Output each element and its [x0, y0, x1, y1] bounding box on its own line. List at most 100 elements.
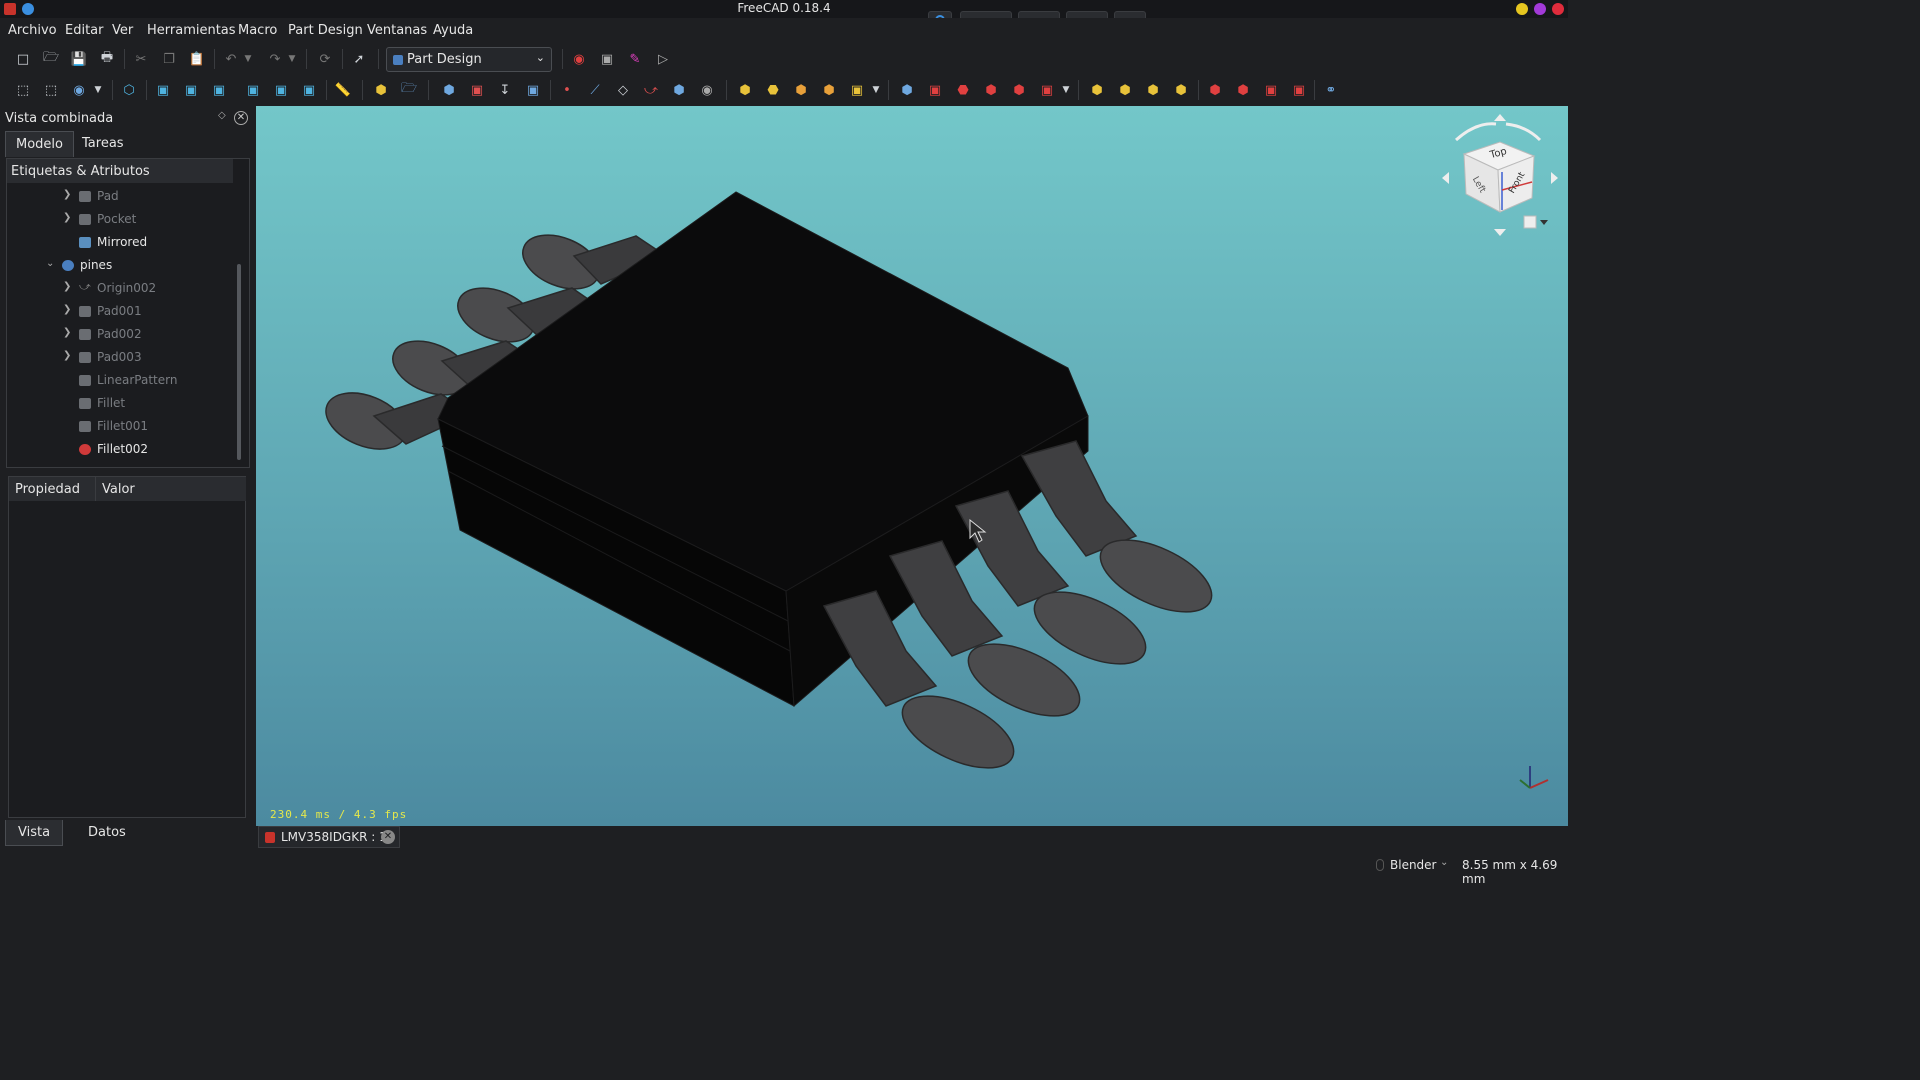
- chevron-down-icon[interactable]: ⌄: [1440, 857, 1448, 868]
- additive-pipe-icon[interactable]: ⬢: [818, 80, 840, 100]
- whats-this-icon[interactable]: ➚: [348, 49, 370, 69]
- datum-line-icon[interactable]: ⟋: [584, 80, 606, 100]
- tab-vista[interactable]: Vista: [5, 820, 64, 846]
- new-file-icon[interactable]: □: [12, 49, 34, 69]
- shape-binder-icon[interactable]: ▣: [522, 80, 544, 100]
- navigation-style-icon[interactable]: [1376, 859, 1384, 871]
- refresh-icon[interactable]: ⟳: [314, 49, 336, 69]
- draw-style-dropdown-icon[interactable]: ▼: [92, 80, 104, 100]
- validate-sketch-icon[interactable]: ↧: [494, 80, 516, 100]
- pad-tool-icon[interactable]: ⬢: [734, 80, 756, 100]
- menu-macro[interactable]: Macro: [238, 23, 277, 38]
- create-group-icon[interactable]: 🗁: [398, 80, 420, 100]
- subtractive-loft-icon[interactable]: ⬢: [980, 80, 1002, 100]
- sub-shape-binder-icon[interactable]: ⬢: [668, 80, 690, 100]
- redo-dropdown-icon[interactable]: ▼: [286, 49, 298, 69]
- menu-ver[interactable]: Ver: [112, 23, 133, 38]
- subtractive-primitive-dropdown-icon[interactable]: ▼: [1060, 80, 1072, 100]
- chevron-right-icon[interactable]: ❯: [63, 304, 71, 315]
- create-sketch-icon[interactable]: ▣: [466, 80, 488, 100]
- 3d-viewport[interactable]: Top Left Front 230.4 ms / 4.3 fps: [256, 106, 1568, 826]
- macro-run-icon[interactable]: ▷: [652, 49, 674, 69]
- menu-part-design[interactable]: Part Design: [288, 23, 363, 38]
- draw-style-icon[interactable]: ◉: [68, 80, 90, 100]
- subtractive-pipe-icon[interactable]: ⬢: [1008, 80, 1030, 100]
- chevron-right-icon[interactable]: ❯: [63, 327, 71, 338]
- chevron-right-icon[interactable]: ❯: [63, 212, 71, 223]
- copy-icon[interactable]: ❐: [158, 49, 180, 69]
- tab-modelo[interactable]: Modelo: [5, 131, 74, 157]
- chevron-right-icon[interactable]: ❯: [63, 350, 71, 361]
- view-front-icon[interactable]: ▣: [152, 80, 174, 100]
- document-tab[interactable]: LMV358IDGKR : 1 ✕: [258, 826, 400, 848]
- property-column-header[interactable]: Propiedad: [9, 477, 96, 501]
- mirrored-tool-icon[interactable]: ⬢: [1086, 80, 1108, 100]
- save-icon[interactable]: 💾: [68, 49, 90, 69]
- cut-icon[interactable]: ✂: [130, 49, 152, 69]
- local-cs-icon[interactable]: ⤻: [640, 80, 662, 100]
- view-isometric-icon[interactable]: ⬡: [118, 80, 140, 100]
- maximize-button[interactable]: [1534, 3, 1546, 15]
- close-button[interactable]: [1552, 3, 1564, 15]
- measure-icon[interactable]: 📏: [332, 80, 354, 100]
- linear-pattern-tool-icon[interactable]: ⬢: [1114, 80, 1136, 100]
- chevron-right-icon[interactable]: ❯: [63, 189, 71, 200]
- fillet-tool-icon[interactable]: ⬢: [1204, 80, 1226, 100]
- additive-primitive-icon[interactable]: ▣: [846, 80, 868, 100]
- draft-tool-icon[interactable]: ▣: [1260, 80, 1282, 100]
- minimize-button[interactable]: [1516, 3, 1528, 15]
- fit-selection-icon[interactable]: ⬚: [40, 80, 62, 100]
- datum-point-icon[interactable]: •: [556, 80, 578, 100]
- macro-stop-icon[interactable]: ▣: [596, 49, 618, 69]
- value-column-header[interactable]: Valor: [96, 477, 246, 501]
- create-part-icon[interactable]: ⬢: [370, 80, 392, 100]
- multi-transform-icon[interactable]: ⬢: [1170, 80, 1192, 100]
- hole-tool-icon[interactable]: ▣: [924, 80, 946, 100]
- tab-tareas[interactable]: Tareas: [72, 131, 134, 157]
- chip-model[interactable]: [256, 106, 1568, 826]
- close-panel-icon[interactable]: ✕: [234, 111, 248, 125]
- chamfer-tool-icon[interactable]: ⬢: [1232, 80, 1254, 100]
- menu-herramientas[interactable]: Herramientas: [147, 23, 236, 38]
- clone-icon[interactable]: ◉: [696, 80, 718, 100]
- float-panel-icon[interactable]: ◇: [218, 110, 226, 121]
- undo-dropdown-icon[interactable]: ▼: [242, 49, 254, 69]
- groove-tool-icon[interactable]: ⬣: [952, 80, 974, 100]
- tab-datos[interactable]: Datos: [76, 820, 138, 846]
- open-file-icon[interactable]: 🗁: [40, 49, 62, 69]
- chevron-down-icon[interactable]: ⌄: [46, 258, 54, 269]
- additive-loft-icon[interactable]: ⬢: [790, 80, 812, 100]
- create-body-icon[interactable]: ⬢: [438, 80, 460, 100]
- menu-editar[interactable]: Editar: [65, 23, 104, 38]
- view-rear-icon[interactable]: ▣: [242, 80, 264, 100]
- macro-edit-icon[interactable]: ✎: [624, 49, 646, 69]
- tree-scrollbar[interactable]: [237, 264, 241, 460]
- chevron-right-icon[interactable]: ❯: [63, 281, 71, 292]
- additive-primitive-dropdown-icon[interactable]: ▼: [870, 80, 882, 100]
- navigation-cube[interactable]: Top Left Front: [1436, 112, 1560, 236]
- paste-icon[interactable]: 📋: [186, 49, 208, 69]
- print-icon[interactable]: 🖶: [96, 49, 118, 69]
- menu-ventanas[interactable]: Ventanas: [367, 23, 427, 38]
- close-tab-icon[interactable]: ✕: [381, 830, 395, 844]
- thickness-tool-icon[interactable]: ▣: [1288, 80, 1310, 100]
- redo-icon[interactable]: ↷: [264, 49, 286, 69]
- subtractive-primitive-icon[interactable]: ▣: [1036, 80, 1058, 100]
- view-top-icon[interactable]: ▣: [180, 80, 202, 100]
- pocket-tool-icon[interactable]: ⬢: [896, 80, 918, 100]
- combo-view-title: Vista combinada: [5, 111, 114, 126]
- revolution-tool-icon[interactable]: ⬣: [762, 80, 784, 100]
- workbench-selector[interactable]: Part Design ⌄: [386, 47, 552, 72]
- boolean-tool-icon[interactable]: ⚭: [1320, 80, 1342, 100]
- datum-plane-icon[interactable]: ◇: [612, 80, 634, 100]
- menu-ayuda[interactable]: Ayuda: [433, 23, 473, 38]
- view-left-icon[interactable]: ▣: [298, 80, 320, 100]
- navigation-style-label[interactable]: Blender: [1390, 858, 1437, 872]
- view-right-icon[interactable]: ▣: [208, 80, 230, 100]
- menu-archivo[interactable]: Archivo: [8, 23, 57, 38]
- fit-all-icon[interactable]: ⬚: [12, 80, 34, 100]
- macro-record-icon[interactable]: ◉: [568, 49, 590, 69]
- undo-icon[interactable]: ↶: [220, 49, 242, 69]
- view-bottom-icon[interactable]: ▣: [270, 80, 292, 100]
- polar-pattern-tool-icon[interactable]: ⬢: [1142, 80, 1164, 100]
